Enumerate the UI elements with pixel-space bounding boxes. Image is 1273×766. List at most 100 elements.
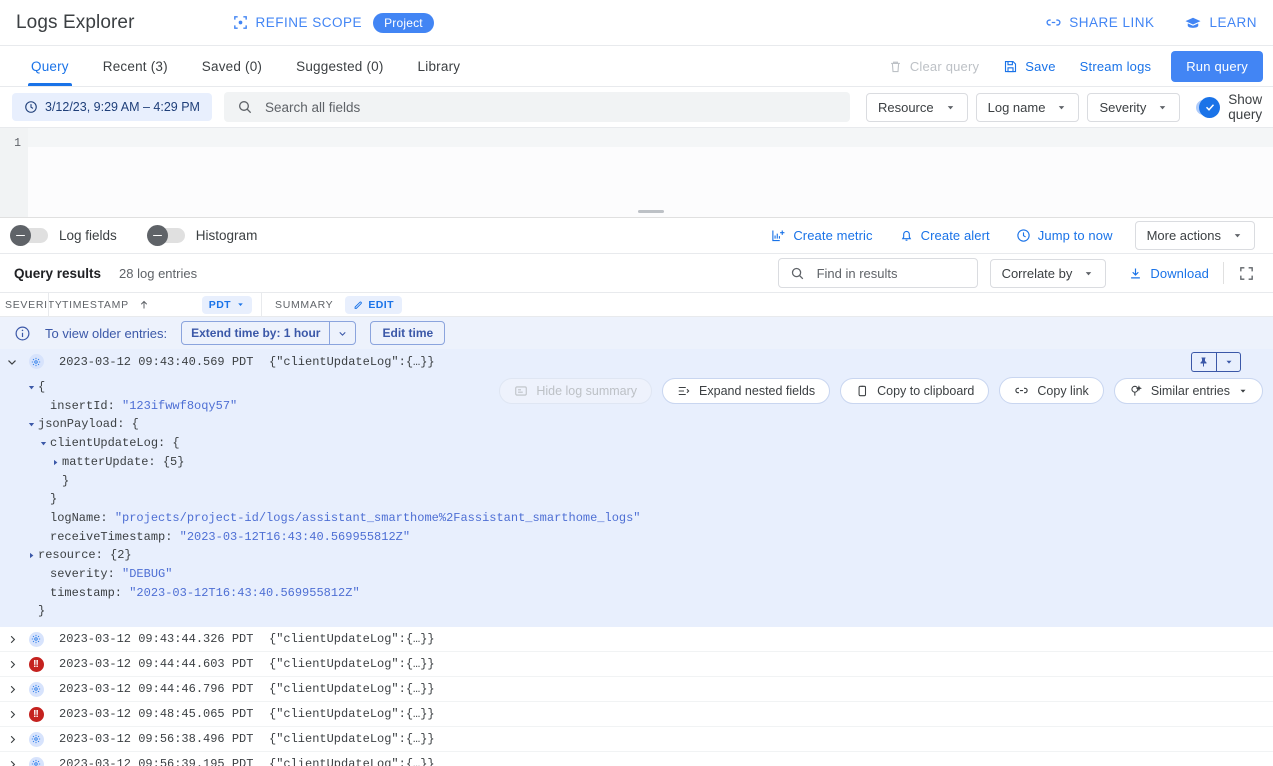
scope-brackets-icon — [232, 14, 249, 31]
chevron-down-icon — [945, 102, 956, 113]
log-row-expanded[interactable]: 2023-03-12 09:43:40.569 PDT {"clientUpda… — [0, 349, 1273, 374]
collapse-row-caret[interactable] — [0, 355, 24, 369]
tab-recent[interactable]: Recent (3) — [86, 46, 185, 86]
log-timestamp: 2023-03-12 09:56:39.195 PDT — [48, 757, 261, 766]
editor-text-area[interactable] — [28, 128, 1273, 217]
json-line-text: severity: "DEBUG" — [50, 565, 172, 584]
query-results-bar: Query results 28 log entries Correlate b… — [0, 254, 1273, 292]
edit-summary-button[interactable]: EDIT — [345, 296, 402, 314]
link-icon — [1014, 383, 1029, 398]
table-row[interactable]: !!2023-03-12 09:44:44.603 PDT{"clientUpd… — [0, 652, 1273, 677]
expand-nested-fields-button[interactable]: Expand nested fields — [662, 378, 830, 404]
create-metric-button[interactable]: Create metric — [771, 228, 872, 243]
severity-dropdown[interactable]: Severity — [1087, 93, 1180, 122]
more-actions-dropdown[interactable]: More actions — [1135, 221, 1255, 250]
extend-time-button[interactable]: Extend time by: 1 hour — [181, 321, 356, 345]
search-input[interactable] — [263, 99, 837, 116]
json-line: clientUpdateLog: { — [25, 434, 1273, 453]
edit-label: EDIT — [368, 299, 394, 311]
fullscreen-icon[interactable] — [1238, 265, 1255, 282]
edit-time-button[interactable]: Edit time — [370, 321, 445, 345]
editor-resize-handle[interactable] — [638, 210, 664, 213]
table-row[interactable]: !!2023-03-12 09:48:45.065 PDT{"clientUpd… — [0, 702, 1273, 727]
tab-query[interactable]: Query — [14, 46, 86, 86]
caret-down-icon[interactable] — [37, 439, 50, 448]
similar-entries-button[interactable]: Similar entries — [1114, 378, 1263, 404]
expand-row-caret[interactable] — [0, 683, 24, 696]
expand-row-caret[interactable] — [0, 658, 24, 671]
correlate-by-dropdown[interactable]: Correlate by — [990, 259, 1107, 288]
hide-log-summary-button[interactable]: Hide log summary — [499, 378, 652, 404]
show-query-toggle[interactable] — [1196, 100, 1218, 115]
log-fields-bar: Log fields Histogram Create metric Creat… — [0, 218, 1273, 254]
copy-link-button[interactable]: Copy link — [999, 377, 1103, 404]
find-in-results-input[interactable] — [815, 265, 966, 282]
caret-right-icon[interactable] — [25, 551, 38, 560]
download-button[interactable]: Download — [1128, 266, 1209, 281]
clear-query-label: Clear query — [910, 59, 979, 74]
divider — [1223, 262, 1224, 284]
chevron-down-icon — [1056, 102, 1067, 113]
clear-query-button[interactable]: Clear query — [876, 46, 991, 86]
search-all-fields[interactable] — [224, 92, 850, 122]
tabbar-spacer — [477, 46, 876, 86]
caret-right-icon[interactable] — [49, 458, 62, 467]
table-row[interactable]: 2023-03-12 09:43:44.326 PDT{"clientUpdat… — [0, 627, 1273, 652]
copy-to-clipboard-button[interactable]: Copy to clipboard — [840, 378, 989, 404]
summary-panel-icon — [514, 384, 528, 398]
expand-row-caret[interactable] — [0, 733, 24, 746]
chevron-down-icon — [236, 300, 245, 309]
column-header-timestamp[interactable]: TIMESTAMP PDT — [48, 293, 261, 316]
chevron-down-icon — [1083, 268, 1094, 279]
create-alert-button[interactable]: Create alert — [899, 228, 990, 243]
pin-entry-button[interactable] — [1191, 352, 1216, 372]
json-line: matterUpdate: {5} — [25, 453, 1273, 472]
expand-row-caret[interactable] — [0, 633, 24, 646]
table-row[interactable]: 2023-03-12 09:56:38.496 PDT{"clientUpdat… — [0, 727, 1273, 752]
expand-row-caret[interactable] — [0, 758, 24, 766]
detail-toolbar: Hide log summary Expand nested fields Co… — [499, 377, 1263, 404]
expand-row-caret[interactable] — [0, 708, 24, 721]
timezone-dropdown[interactable]: PDT — [202, 296, 252, 314]
toggle-knob — [147, 225, 168, 246]
log-name-dropdown[interactable]: Log name — [976, 93, 1080, 122]
refine-scope-button[interactable]: REFINE SCOPE — [232, 14, 363, 31]
column-header-severity[interactable]: SEVERITY — [0, 299, 48, 311]
table-row[interactable]: 2023-03-12 09:56:39.195 PDT{"clientUpdat… — [0, 752, 1273, 766]
caret-down-icon[interactable] — [25, 383, 38, 392]
table-row[interactable]: 2023-03-12 09:44:46.796 PDT{"clientUpdat… — [0, 677, 1273, 702]
find-in-results[interactable] — [778, 258, 978, 288]
share-link-label: SHARE LINK — [1069, 15, 1154, 30]
severity-label: Severity — [1099, 100, 1146, 115]
learn-label: LEARN — [1209, 15, 1257, 30]
save-button[interactable]: Save — [991, 46, 1067, 86]
column-header-summary[interactable]: SUMMARY EDIT — [261, 293, 1273, 316]
log-timestamp: 2023-03-12 09:43:44.326 PDT — [48, 632, 261, 646]
copy-to-clipboard-label: Copy to clipboard — [877, 384, 974, 398]
json-payload-tree: {insertId: "123ifwwf8oqy57"jsonPayload: … — [0, 378, 1273, 621]
log-fields-toggle[interactable] — [14, 228, 48, 243]
tab-library[interactable]: Library — [401, 46, 478, 86]
query-editor[interactable]: 1 — [0, 127, 1273, 218]
row-actions — [1191, 352, 1241, 372]
json-line-text: resource: {2} — [38, 546, 132, 565]
learn-button[interactable]: LEARN — [1184, 14, 1257, 32]
scope-chip[interactable]: Project — [373, 13, 434, 33]
jump-to-now-label: Jump to now — [1038, 228, 1113, 243]
log-summary: {"clientUpdateLog":{…}} — [261, 732, 1273, 746]
row-menu-button[interactable] — [1216, 352, 1241, 372]
json-line: receiveTimestamp: "2023-03-12T16:43:40.5… — [25, 528, 1273, 547]
editor-active-line — [28, 128, 1273, 147]
stream-logs-button[interactable]: Stream logs — [1068, 46, 1164, 86]
caret-down-icon[interactable] — [25, 420, 38, 429]
jump-to-now-button[interactable]: Jump to now — [1016, 228, 1113, 243]
info-icon — [14, 325, 31, 342]
histogram-toggle[interactable] — [151, 228, 185, 243]
run-query-button[interactable]: Run query — [1171, 51, 1263, 82]
time-range-chip[interactable]: 3/12/23, 9:29 AM – 4:29 PM — [12, 93, 212, 121]
tab-suggested[interactable]: Suggested (0) — [279, 46, 400, 86]
share-link-button[interactable]: SHARE LINK — [1045, 14, 1154, 31]
tab-saved[interactable]: Saved (0) — [185, 46, 279, 86]
chevron-down-icon[interactable] — [329, 322, 355, 344]
resource-dropdown[interactable]: Resource — [866, 93, 968, 122]
